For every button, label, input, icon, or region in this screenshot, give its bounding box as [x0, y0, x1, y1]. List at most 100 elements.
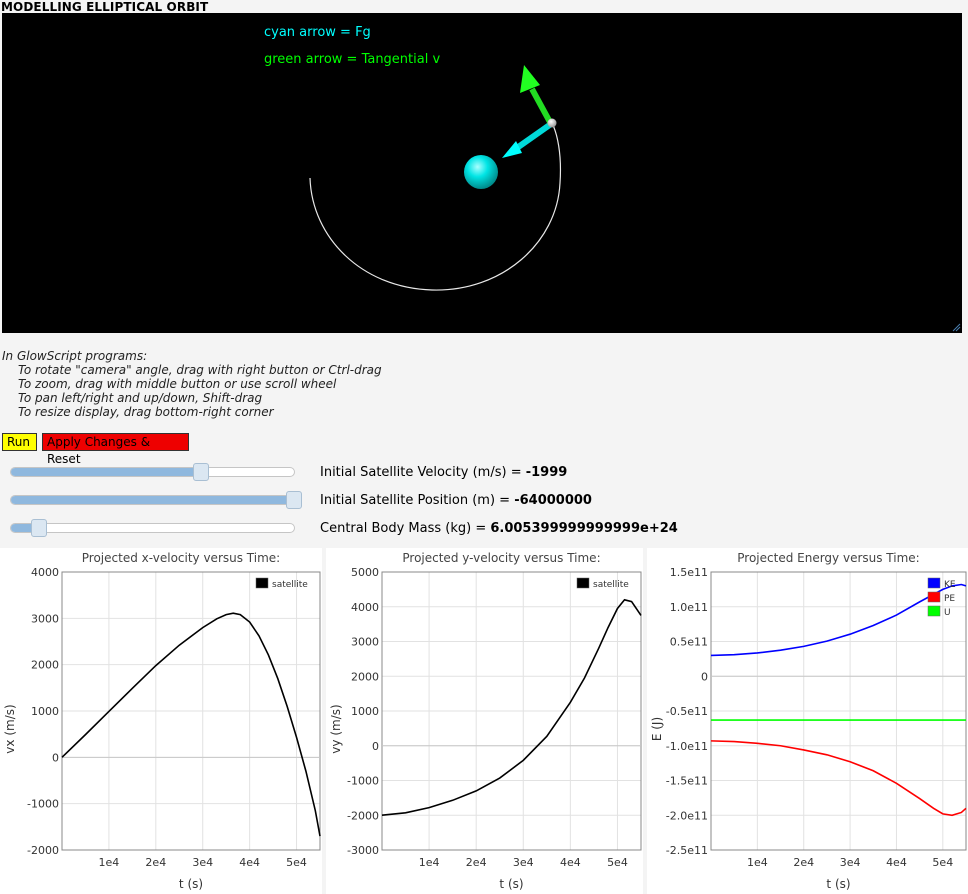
x-tick-label: 4e4 [560, 856, 581, 869]
x-axis-band [348, 872, 621, 894]
y-tick-label: 1.0e11 [670, 601, 708, 614]
position-value: -64000000 [514, 493, 592, 508]
position-slider-handle[interactable] [286, 491, 302, 509]
vy-plot[interactable]: Projected y-velocity versus Time: 1e4 2e4 3… [326, 548, 643, 894]
x-tick-label: 1e4 [419, 856, 440, 869]
x-axis-label: t (s) [179, 877, 203, 891]
y-tick-label: 2000 [31, 659, 59, 672]
legend-swatch [927, 591, 941, 603]
energy-plot[interactable]: Projected Energy versus Time: 1e4 2e4 3e4 4e… [647, 548, 968, 894]
x-axis-label: t (s) [826, 877, 850, 891]
position-slider-fill [11, 496, 294, 504]
y-tick-label: 4000 [351, 601, 379, 614]
legend-label: satellite [593, 580, 629, 590]
legend-label: KE [944, 580, 956, 590]
position-label-text: Initial Satellite Position (m) = [320, 493, 515, 508]
legend-swatch [927, 605, 941, 617]
y-tick-label: -2000 [27, 844, 59, 857]
x-tick-label: 2e4 [793, 856, 814, 869]
plot-title: Projected x-velocity versus Time: [82, 551, 280, 565]
velocity-slider-label: Initial Satellite Velocity (m/s) = -1999 [320, 465, 567, 480]
y-tick-label: -2.5e11 [666, 844, 708, 857]
instruction-line: To zoom, drag with middle button or use … [18, 377, 337, 391]
y-tick-label: -1.5e11 [666, 775, 708, 788]
velocity-value: -1999 [525, 465, 568, 480]
x-tick-label: 1e4 [99, 856, 120, 869]
x-axis-band [22, 872, 300, 894]
plot-title: Projected Energy versus Time: [737, 551, 919, 565]
legend-swatch [927, 577, 941, 589]
instructions-heading: In GlowScript programs: [2, 349, 148, 363]
y-tick-label: -0.5e11 [666, 705, 708, 718]
series-line [381, 598, 642, 817]
y-tick-label: -2000 [347, 809, 379, 822]
y-tick-label: 0 [52, 751, 59, 764]
legend-label: PE [944, 594, 955, 604]
x-tick-label: 5e4 [286, 856, 307, 869]
y-tick-label: 3000 [351, 636, 379, 649]
x-axis-band [669, 872, 946, 894]
velocity-slider-handle[interactable] [192, 463, 209, 481]
x-tick-label: 4e4 [886, 856, 907, 869]
mass-value: 6.005399999999999e+24 [490, 521, 678, 536]
page-title: MODELLING ELLIPTICAL ORBIT [1, 0, 209, 14]
mass-slider-label: Central Body Mass (kg) = 6.0053999999999… [320, 521, 678, 536]
instructions: In GlowScript programs: To rotate "camer… [2, 349, 382, 419]
y-tick-label: 0.5e11 [670, 636, 708, 649]
y-tick-label: 1000 [351, 705, 379, 718]
y-tick-label: 4000 [31, 566, 59, 579]
fg-legend-label: cyan arrow = Fg [264, 25, 371, 40]
velocity-slider-fill [11, 468, 201, 476]
y-tick-label: -2.0e11 [666, 809, 708, 822]
y-axis-label: vx (m/s) [3, 704, 17, 753]
legend-swatch [576, 577, 590, 589]
y-tick-label: 1.5e11 [670, 566, 708, 579]
orbit-scene[interactable] [2, 13, 962, 333]
x-tick-label: 5e4 [932, 856, 953, 869]
y-tick-label: 0 [372, 740, 379, 753]
mass-label-text: Central Body Mass (kg) = [320, 521, 491, 536]
y-tick-label: -3000 [347, 844, 379, 857]
x-tick-label: 3e4 [840, 856, 861, 869]
y-tick-label: 0 [701, 670, 708, 683]
velocity-slider[interactable] [10, 463, 295, 481]
run-button[interactable]: Run [2, 433, 37, 451]
fg-arrow [502, 121, 553, 158]
instruction-line: To pan left/right and up/down, Shift-dra… [18, 391, 263, 405]
plot-title: Projected y-velocity versus Time: [402, 551, 600, 565]
mass-slider-handle[interactable] [31, 519, 48, 537]
mass-slider[interactable] [10, 519, 295, 537]
x-tick-label: 3e4 [513, 856, 534, 869]
orbit-canvas[interactable]: cyan arrow = Fg green arrow = Tangential… [2, 13, 962, 333]
instruction-line: To rotate "camera" angle, drag with righ… [18, 363, 382, 377]
y-tick-label: -1000 [27, 798, 59, 811]
velocity-label-text: Initial Satellite Velocity (m/s) = [320, 465, 526, 480]
series-line [61, 612, 321, 837]
y-axis-label: E (J) [650, 717, 664, 741]
central-body [464, 155, 498, 189]
vx-plot[interactable]: Projected x-velocity versus Time: 1e4 2e4 3… [0, 548, 322, 894]
orbit-trail [309, 122, 562, 291]
apply-reset-button[interactable]: Apply Changes & Reset [42, 433, 189, 466]
x-tick-label: 3e4 [192, 856, 213, 869]
x-tick-label: 2e4 [145, 856, 166, 869]
y-axis-label: vy (m/s) [329, 704, 343, 753]
y-tick-label: 5000 [351, 566, 379, 579]
position-slider[interactable] [10, 491, 302, 509]
velocity-arrow [520, 65, 554, 126]
x-tick-label: 2e4 [466, 856, 487, 869]
y-tick-label: 3000 [31, 612, 59, 625]
legend-label: U [944, 608, 951, 618]
x-tick-label: 4e4 [239, 856, 260, 869]
y-tick-label: -1000 [347, 775, 379, 788]
instruction-line: To resize display, drag bottom-right cor… [18, 405, 274, 419]
x-tick-label: 5e4 [607, 856, 628, 869]
position-slider-label: Initial Satellite Position (m) = -640000… [320, 493, 592, 508]
series-line [710, 740, 967, 817]
legend-label: satellite [272, 580, 308, 590]
y-tick-label: 1000 [31, 705, 59, 718]
y-tick-label: -1.0e11 [666, 740, 708, 753]
x-axis-label: t (s) [499, 877, 523, 891]
velocity-legend-label: green arrow = Tangential v [264, 52, 441, 67]
x-tick-label: 1e4 [747, 856, 768, 869]
